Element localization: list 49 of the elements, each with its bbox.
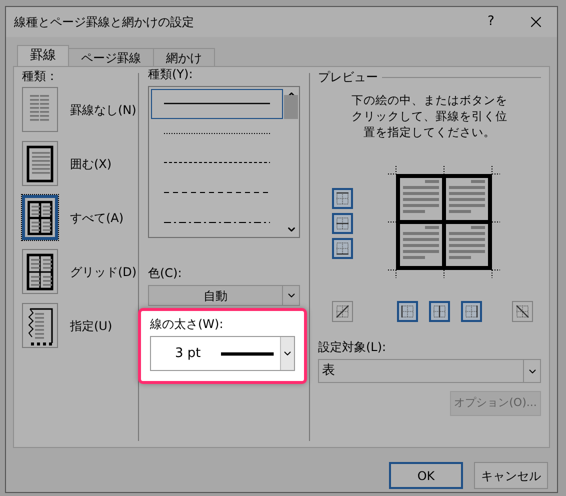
apply-to-label: 設定対象(L): — [318, 339, 388, 356]
border-type-label: 罫線なし(N) — [70, 102, 136, 118]
preview-title: プレビュー — [318, 69, 378, 86]
window-title: 線種とページ罫線と網かけの設定 — [14, 14, 195, 31]
width-value: 3 pt — [174, 344, 202, 363]
border-position-button[interactable] — [512, 301, 533, 322]
apply-to-dropdown[interactable]: 表 — [318, 359, 541, 383]
style-label: 種類(Y): — [148, 67, 194, 81]
tab[interactable]: ページ罫線 — [68, 48, 154, 66]
help-button[interactable]: ? — [479, 12, 503, 32]
line-style-sample-icon — [164, 191, 270, 194]
border-position-button[interactable] — [332, 238, 353, 259]
border-position-button[interactable] — [332, 213, 353, 234]
dialog-button[interactable]: OK — [389, 462, 463, 489]
border-position-button[interactable] — [397, 301, 418, 322]
border-position-button[interactable] — [332, 301, 353, 322]
line-weight-icon — [221, 352, 274, 356]
border-position-button[interactable] — [429, 301, 450, 322]
border-type-label: 囲む(X) — [70, 156, 112, 172]
border-type-label: グリッド(D) — [70, 264, 137, 280]
border-type-button[interactable] — [22, 303, 58, 348]
border-type-label: 指定(U) — [70, 318, 112, 334]
border-type-button[interactable] — [22, 141, 58, 186]
line-style-sample-icon — [164, 132, 270, 135]
border-type-label: すべて(A) — [70, 210, 124, 226]
line-style-list[interactable] — [148, 86, 300, 238]
width-dropdown[interactable]: 3 pt — [150, 336, 295, 371]
tab[interactable]: 罫線 — [17, 45, 69, 66]
color-dropdown[interactable]: 自動 — [148, 285, 300, 306]
preview-table-drawing[interactable] — [388, 166, 500, 278]
preview-instructions: 下の絵の中、またはボタンをクリックして、罫線を引く位置を指定してください。 — [350, 92, 508, 140]
dialog-button[interactable]: キャンセル — [474, 462, 548, 489]
border-line-icon — [514, 303, 531, 320]
apply-to-value: 表 — [321, 362, 336, 380]
border-type-button[interactable] — [22, 195, 58, 240]
tab[interactable]: 網かけ — [153, 48, 215, 66]
border-position-button[interactable] — [332, 188, 353, 209]
line-style-item[interactable] — [151, 89, 283, 119]
scrollbar-thumb[interactable] — [284, 95, 298, 119]
color-label: 色(C): — [148, 265, 183, 282]
line-style-sample-icon — [164, 102, 270, 106]
color-value: 自動 — [202, 288, 228, 304]
border-type-button[interactable] — [22, 249, 58, 294]
type-label: 種類： — [22, 69, 59, 83]
width-label: 線の太さ(W): — [150, 316, 224, 333]
line-style-sample-icon — [164, 161, 270, 164]
line-style-sample-icon — [164, 220, 270, 224]
border-line-icon — [334, 303, 351, 320]
border-position-button[interactable] — [461, 301, 482, 322]
